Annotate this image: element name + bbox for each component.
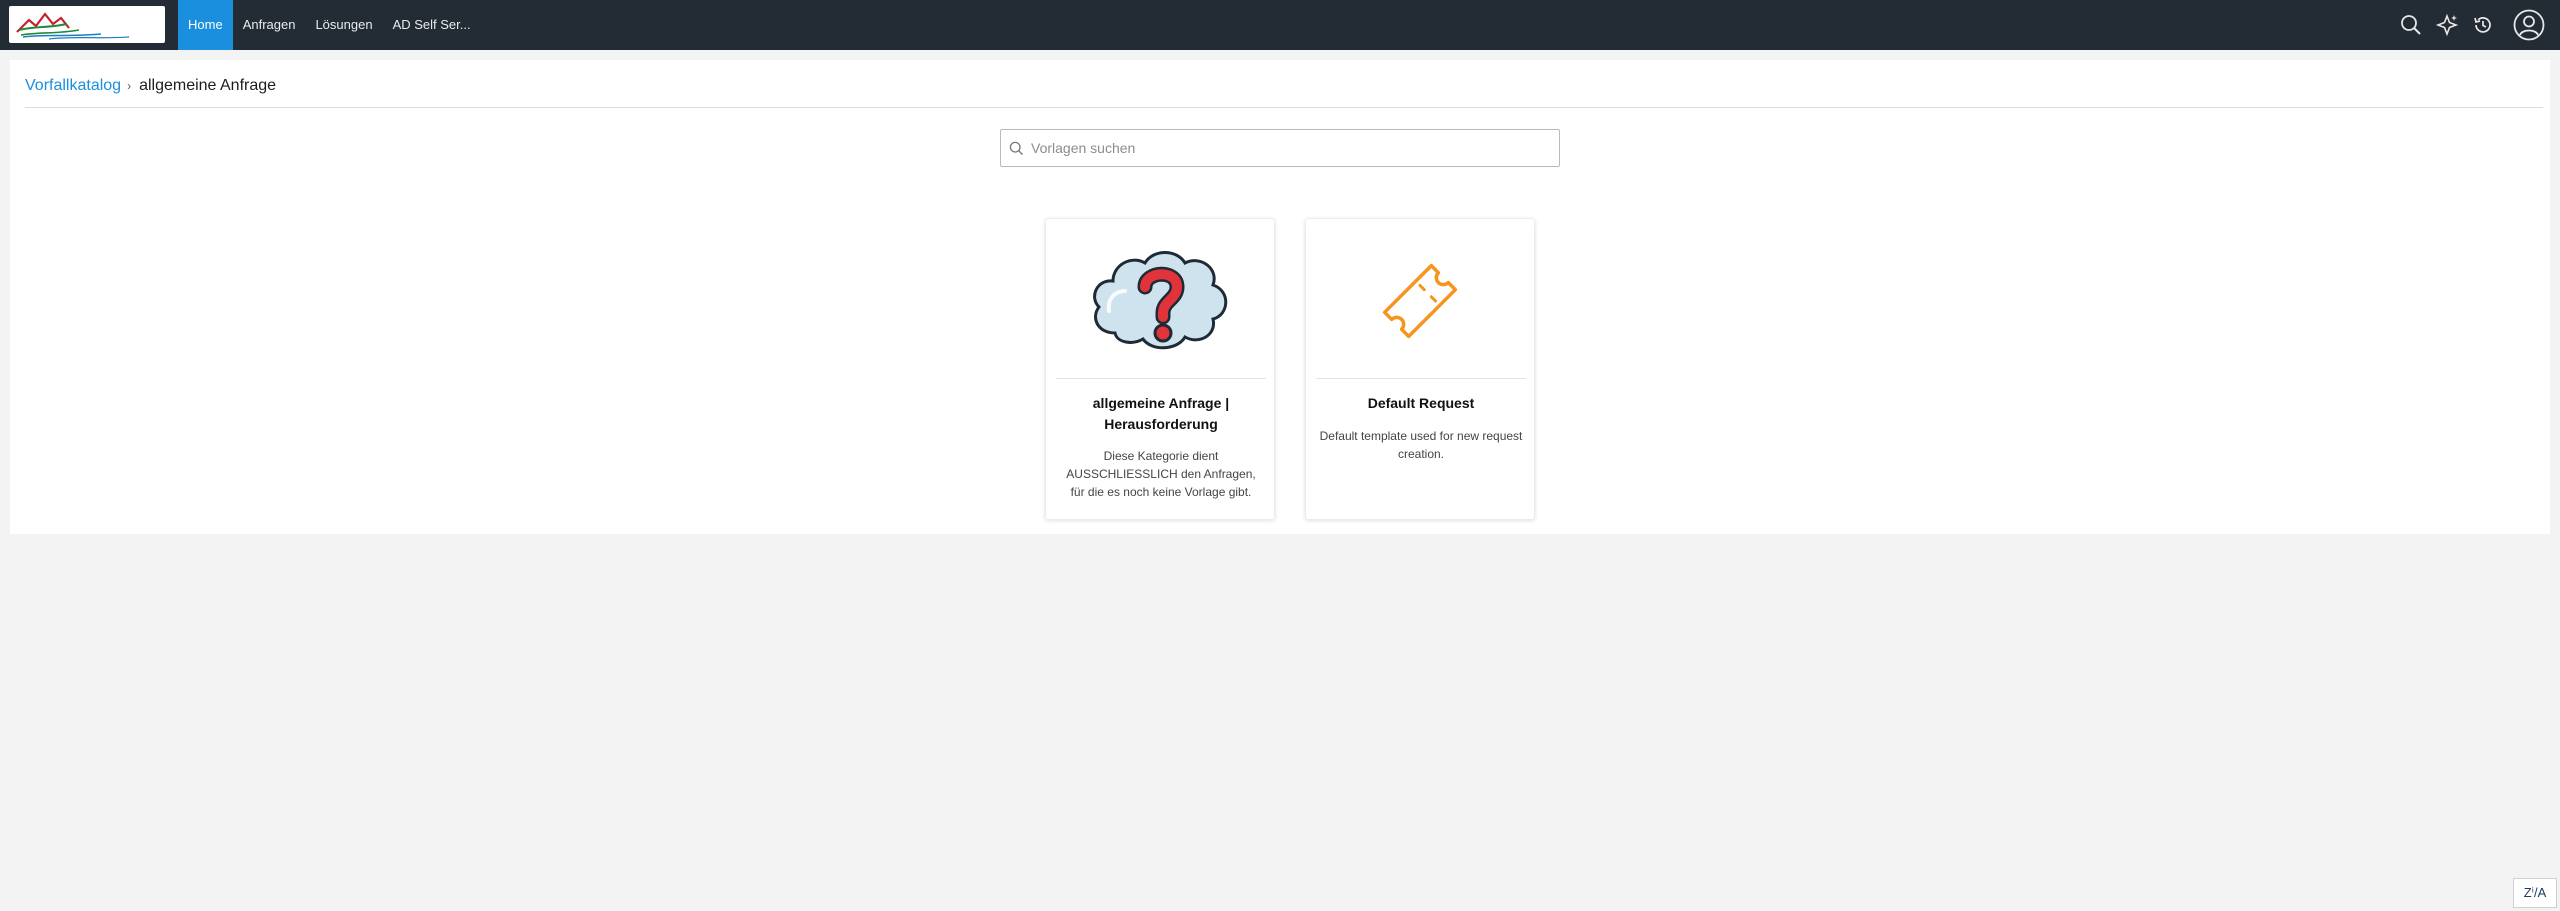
card-description: Diese Kategorie dient AUSSCHLIESSLICH de… <box>1066 449 1256 499</box>
nav-loesungen[interactable]: Lösungen <box>305 0 382 50</box>
template-card-general-request[interactable]: allgemeine Anfrage | Herausforderung Die… <box>1045 218 1275 520</box>
template-search-box[interactable] <box>1000 129 1560 167</box>
user-avatar-icon[interactable] <box>2512 8 2546 42</box>
card-divider <box>1316 378 1526 379</box>
breadcrumb-current: allgemeine Anfrage <box>139 77 277 94</box>
breadcrumb-separator: › <box>127 79 132 93</box>
template-card-default-request[interactable]: Default Request Default template used fo… <box>1305 218 1535 520</box>
header-divider <box>25 107 2543 108</box>
logo-mountain-graphic <box>16 12 130 40</box>
search-icon <box>1001 130 1031 166</box>
main-nav: Home Anfragen Lösungen AD Self Ser... <box>178 0 481 50</box>
nav-anfragen[interactable]: Anfragen <box>233 0 306 50</box>
history-icon[interactable] <box>2470 12 2496 38</box>
language-toggle-button[interactable]: Zⁱ/A <box>2513 878 2557 908</box>
question-cloud-icon <box>1046 231 1274 371</box>
top-navigation-bar: Home Anfragen Lösungen AD Self Ser... <box>0 0 2560 50</box>
topbar-actions <box>2398 0 2546 50</box>
card-title: allgemeine Anfrage | Herausforderung <box>1092 395 1230 432</box>
search-icon[interactable] <box>2398 12 2424 38</box>
ticket-icon <box>1306 231 1534 371</box>
template-search-input[interactable] <box>1031 131 1559 165</box>
card-description: Default template used for new request cr… <box>1319 429 1523 461</box>
company-logo[interactable] <box>9 6 165 43</box>
card-divider <box>1056 378 1266 379</box>
breadcrumb: Vorfallkatalog › allgemeine Anfrage <box>25 76 276 96</box>
sparkle-icon[interactable] <box>2434 12 2460 38</box>
catalog-panel: Vorfallkatalog › allgemeine Anfrage allg… <box>10 60 2550 534</box>
nav-ad-self-service[interactable]: AD Self Ser... <box>383 0 481 50</box>
nav-home[interactable]: Home <box>178 0 233 50</box>
card-title: Default Request <box>1367 395 1475 411</box>
breadcrumb-parent-link[interactable]: Vorfallkatalog <box>25 77 121 95</box>
